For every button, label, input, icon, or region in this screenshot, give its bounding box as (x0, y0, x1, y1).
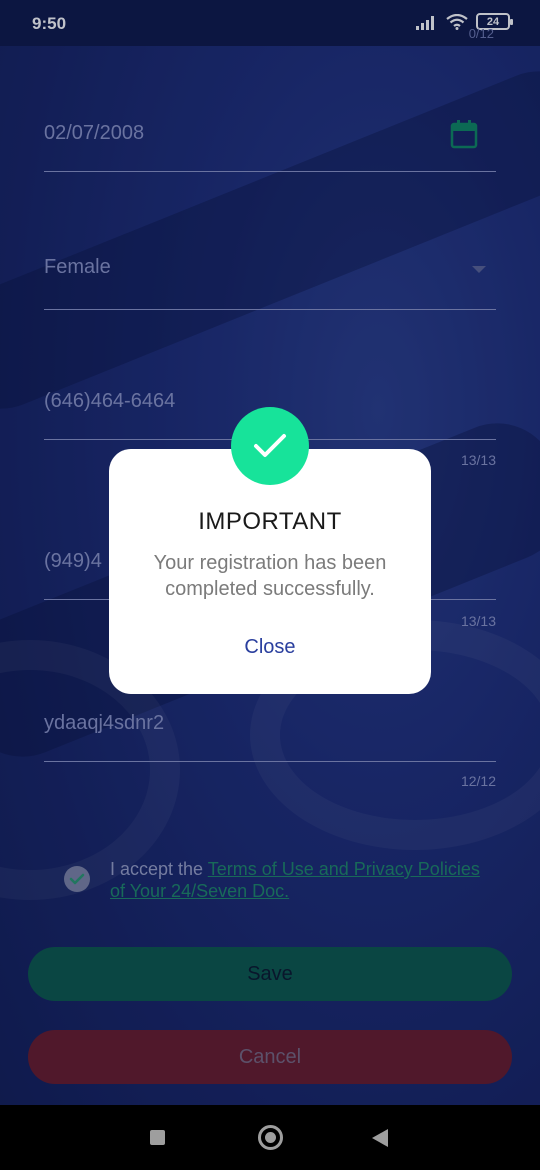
dialog-close-button[interactable]: Close (109, 636, 431, 659)
dialog-message: Your registration has been completed suc… (153, 552, 387, 600)
recent-apps-icon[interactable] (150, 1130, 165, 1145)
system-nav-bar (0, 1105, 540, 1170)
checkmark-icon (254, 434, 286, 457)
back-icon[interactable] (372, 1129, 388, 1147)
success-dialog: IMPORTANT Your registration has been com… (109, 449, 431, 694)
registration-screen: 9:50 24 0/12 02/07/2008 Female (646)464-… (0, 0, 540, 1170)
success-badge (231, 407, 309, 485)
home-icon[interactable] (258, 1125, 283, 1150)
dialog-title: IMPORTANT (198, 508, 342, 535)
